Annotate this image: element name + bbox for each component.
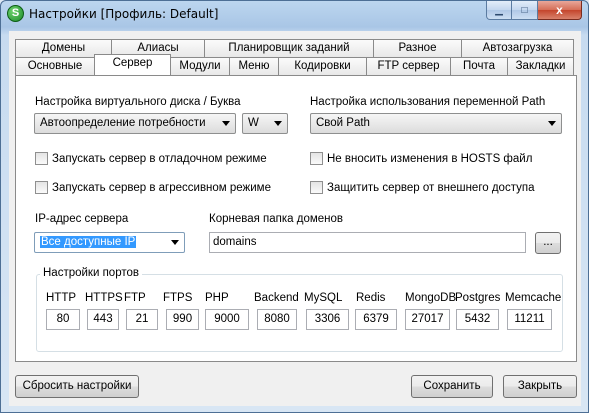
chevron-down-icon	[222, 121, 230, 126]
tab-mail[interactable]: Почта	[450, 57, 508, 75]
maximize-icon: □	[521, 4, 528, 16]
port-label-ftp: FTP	[124, 292, 146, 304]
app-logo-icon: S	[7, 5, 24, 22]
vdisk-select-value: Автоопределение потребности	[40, 117, 206, 129]
port-input-postgres[interactable]: 5432	[456, 309, 499, 330]
protect-server-label: Защитить сервер от внешнего доступа	[327, 181, 535, 194]
debug-mode-label: Запускать сервер в отладочном режиме	[52, 152, 267, 165]
port-input-memcache[interactable]: 11211	[507, 309, 552, 330]
chevron-down-icon	[274, 121, 282, 126]
tab-autostart[interactable]: Автозагрузка	[461, 39, 574, 57]
tab-ftp-server[interactable]: FTP сервер	[366, 57, 451, 75]
root-folder-input[interactable]: domains	[209, 232, 526, 253]
path-label: Настройка использования переменной Path	[310, 96, 546, 108]
window-title: Настройки [Профиль: Default]	[29, 7, 219, 21]
port-label-php: PHP	[205, 292, 229, 304]
checkbox-box[interactable]	[35, 181, 48, 194]
ip-label: IP-адрес сервера	[35, 213, 129, 225]
path-select[interactable]: Свой Path	[310, 113, 562, 134]
server-tab-panel: Настройка виртуального диска / Буква Авт…	[15, 75, 577, 362]
protect-server-checkbox[interactable]: Защитить сервер от внешнего доступа	[310, 181, 534, 194]
checkbox-box[interactable]	[310, 152, 323, 165]
port-label-http: HTTP	[46, 292, 77, 304]
title-bar[interactable]: S Настройки [Профиль: Default] ▁ □ x	[1, 1, 588, 29]
port-label-postgres: Postgres	[455, 292, 501, 304]
close-button[interactable]: Закрыть	[503, 375, 577, 398]
hosts-label: Не вносить изменения в HOSTS файл	[327, 152, 533, 165]
aggressive-mode-label: Запускать сервер в агрессивном режиме	[52, 181, 271, 194]
checkbox-box[interactable]	[35, 152, 48, 165]
close-window-button[interactable]: x	[538, 1, 582, 20]
hosts-checkbox[interactable]: Не вносить изменения в HOSTS файл	[310, 152, 532, 165]
port-label-ftps: FTPS	[163, 292, 193, 304]
caption-buttons: ▁ □ x	[486, 1, 582, 20]
tab-basic[interactable]: Основные	[15, 57, 95, 75]
minimize-icon: ▁	[495, 4, 503, 16]
save-button[interactable]: Сохранить	[411, 375, 493, 398]
port-input-mongodb[interactable]: 27017	[405, 309, 450, 330]
settings-window: S Настройки [Профиль: Default] ▁ □ x Дом…	[0, 0, 589, 413]
tab-bookmarks[interactable]: Закладки	[507, 57, 574, 75]
ip-select[interactable]: Все доступные IP	[34, 232, 185, 253]
close-icon: x	[556, 3, 563, 17]
port-label-backend: Backend	[254, 292, 299, 304]
port-input-https[interactable]: 443	[87, 309, 119, 330]
port-input-backend[interactable]: 8080	[257, 309, 297, 330]
port-label-mongodb: MongoDB	[405, 292, 457, 304]
port-label-memcache: Memcache	[505, 292, 562, 304]
port-input-mysql[interactable]: 3306	[306, 309, 349, 330]
tab-modules[interactable]: Модули	[170, 57, 230, 75]
root-folder-label: Корневая папка доменов	[209, 213, 344, 225]
port-label-mysql: MySQL	[304, 292, 343, 304]
vdisk-select[interactable]: Автоопределение потребности	[34, 113, 236, 134]
browse-folder-button[interactable]: ...	[535, 232, 561, 254]
dialog-client: Домены Алиасы Планировщик заданий Разное…	[9, 31, 581, 406]
port-label-https: HTTPS	[85, 292, 123, 304]
tab-misc[interactable]: Разное	[373, 39, 462, 57]
tab-encodings[interactable]: Кодировки	[278, 57, 367, 75]
minimize-button[interactable]: ▁	[486, 1, 512, 20]
chevron-down-icon	[548, 121, 556, 126]
drive-letter-value: W	[248, 117, 259, 129]
path-select-value: Свой Path	[316, 117, 370, 129]
port-input-ftp[interactable]: 21	[126, 309, 158, 330]
port-input-php[interactable]: 9000	[205, 309, 249, 330]
port-input-http[interactable]: 80	[46, 309, 80, 330]
debug-mode-checkbox[interactable]: Запускать сервер в отладочном режиме	[35, 152, 267, 165]
ports-title: Настройки портов	[40, 267, 142, 279]
tab-menu[interactable]: Меню	[229, 57, 279, 75]
reset-settings-button[interactable]: Сбросить настройки	[15, 375, 139, 398]
tab-server[interactable]: Сервер	[94, 54, 171, 75]
tab-scheduler[interactable]: Планировщик заданий	[204, 39, 374, 57]
port-label-redis: Redis	[356, 292, 386, 304]
port-input-redis[interactable]: 6379	[355, 309, 397, 330]
ip-select-value: Все доступные IP	[40, 236, 137, 248]
drive-letter-select[interactable]: W	[242, 113, 288, 134]
aggressive-mode-checkbox[interactable]: Запускать сервер в агрессивном режиме	[35, 181, 271, 194]
maximize-button[interactable]: □	[512, 1, 538, 20]
checkbox-box[interactable]	[310, 181, 323, 194]
port-input-ftps[interactable]: 990	[166, 309, 199, 330]
tab-row-bottom: Основные Сервер Модули Меню Кодировки FT…	[15, 54, 574, 75]
chevron-down-icon	[171, 240, 179, 245]
vdisk-label: Настройка виртуального диска / Буква	[35, 96, 241, 108]
